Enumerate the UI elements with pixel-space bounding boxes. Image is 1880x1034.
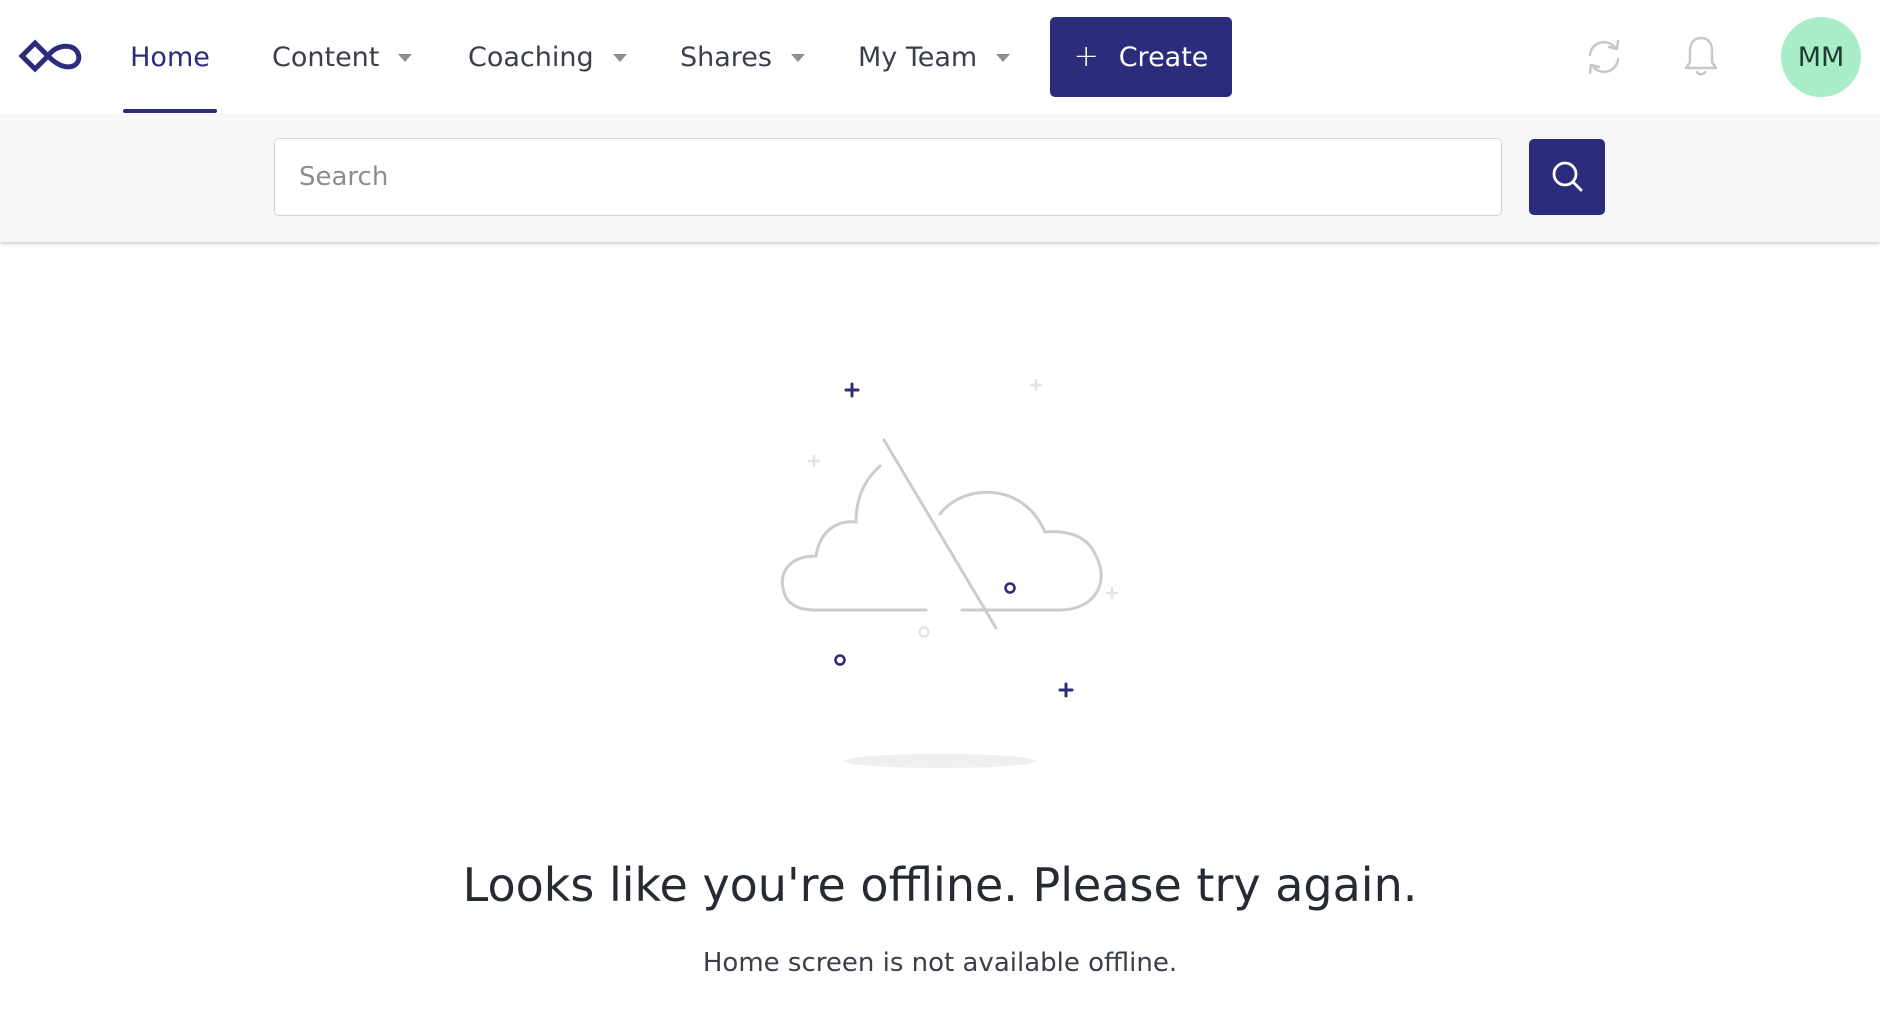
active-tab-indicator: [123, 109, 217, 113]
search-band: [0, 114, 1880, 242]
nav-tab-home[interactable]: Home: [123, 0, 217, 114]
top-navigation-bar: Home Content Coaching Shares My Team + C…: [0, 0, 1880, 114]
sparkle-icon: [1029, 378, 1043, 392]
create-button-label: Create: [1118, 41, 1209, 73]
nav-tab-coaching-label: Coaching: [468, 41, 594, 73]
nav-tab-shares[interactable]: Shares: [680, 0, 805, 114]
sync-icon[interactable]: [1582, 37, 1626, 77]
avatar-initials: MM: [1797, 41, 1845, 73]
offline-message-subtitle: Home screen is not available offline.: [702, 948, 1178, 978]
offline-message-title: Looks like you're offline. Please try ag…: [462, 858, 1418, 912]
cloud-outline: [938, 490, 1103, 612]
sparkle-icon: [807, 454, 821, 468]
nav-tab-content[interactable]: Content: [272, 0, 413, 114]
nav-tab-my-team[interactable]: My Team: [858, 0, 1011, 114]
offline-cloud-illustration: [780, 378, 1119, 768]
plus-icon: +: [1073, 38, 1099, 74]
create-button[interactable]: + Create: [1050, 17, 1232, 97]
nav-tab-home-label: Home: [130, 41, 210, 73]
bell-icon[interactable]: [1682, 34, 1720, 78]
search-button[interactable]: [1529, 139, 1605, 215]
dot-decoration: [834, 654, 846, 666]
dot-decoration: [918, 626, 930, 638]
cloud-outline: [780, 464, 928, 612]
search-input[interactable]: [274, 138, 1502, 216]
avatar[interactable]: MM: [1781, 17, 1861, 97]
offline-slash: [882, 438, 998, 630]
ground-shadow: [844, 754, 1036, 768]
chevron-down-icon: [398, 54, 413, 62]
infinity-logo-icon[interactable]: [18, 36, 86, 76]
nav-tab-content-label: Content: [272, 41, 380, 73]
dot-decoration: [1004, 582, 1016, 594]
nav-tab-coaching[interactable]: Coaching: [468, 0, 627, 114]
nav-tab-shares-label: Shares: [680, 41, 772, 73]
chevron-down-icon: [790, 54, 805, 62]
sparkle-icon: [1058, 682, 1074, 698]
sparkle-icon: [844, 382, 860, 398]
chevron-down-icon: [996, 54, 1011, 62]
chevron-down-icon: [612, 54, 627, 62]
search-icon: [1552, 161, 1583, 192]
nav-tab-my-team-label: My Team: [858, 41, 978, 73]
sparkle-icon: [1105, 586, 1119, 600]
